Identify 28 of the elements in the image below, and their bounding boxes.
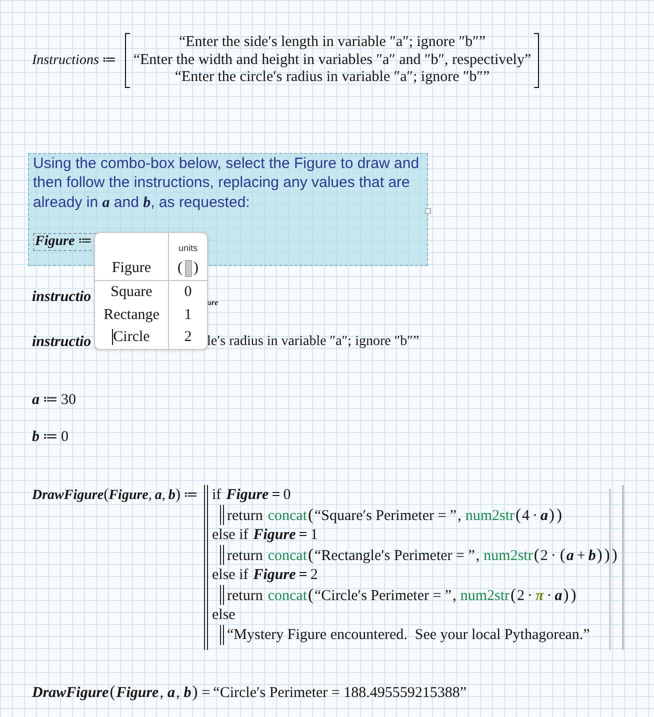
units-bracket: ( bbox=[178, 259, 182, 278]
condition-line: else if Figure = 2 bbox=[212, 566, 318, 584]
resize-handle-icon[interactable] bbox=[425, 208, 431, 214]
assignment-expression: b ≔ 0 bbox=[32, 428, 68, 446]
result-string: le′s radius in variable ″a″; ignore ″b″” bbox=[207, 332, 420, 350]
return-statement: return concat(“Square′s Perimeter = ”, num2str(4 · a)) bbox=[227, 504, 564, 524]
assignment-expression: a ≔ 30 bbox=[32, 390, 76, 408]
return-statement: return concat(“Rectangle′s Perimeter = ”, num2str(2 · (a + b))) bbox=[227, 544, 618, 564]
units-placeholder-field[interactable] bbox=[184, 260, 192, 276]
matrix-cell: “Enter the circle′s radius in variable ″a″; ignore ″b″” bbox=[174, 69, 490, 86]
column-header: Figure bbox=[110, 259, 152, 278]
variable-name: instructio bbox=[32, 332, 92, 350]
units-bracket: ) bbox=[194, 259, 198, 278]
condition-line: else if Figure = 1 bbox=[212, 526, 318, 544]
function-signature: DrawFigure(Figure, a, b) ≔ bbox=[32, 484, 200, 504]
condition-line: else bbox=[212, 606, 236, 624]
dropdown-option[interactable]: Rectange 1 bbox=[95, 304, 207, 326]
variable-name: instructio bbox=[32, 288, 92, 306]
return-statement: “Mystery Figure encountered. See your local Pythagorean.” bbox=[227, 626, 590, 644]
condition-line: if Figure = 0 bbox=[212, 486, 291, 504]
return-statement: return concat(“Circle′s Perimeter = ”, num2str(2 · π · a)) bbox=[227, 584, 578, 604]
matrix-cell: “Enter the side′s length in variable ″a″; ignore ″b″” bbox=[178, 34, 486, 52]
units-label: units bbox=[178, 242, 198, 255]
instruction-text: Using the combo-box below, select the Figure to draw and then follow the instructions, replacing any values that are already in a and b, as requested: bbox=[33, 154, 420, 212]
definition-expression: Instructions ≔ bbox=[32, 52, 118, 69]
dropdown-option[interactable]: Square 0 bbox=[95, 281, 207, 304]
matrix-cell: “Enter the width and height in variables ″a″ and ″b″, respectively” bbox=[133, 52, 532, 69]
result-expression: DrawFigure(Figure, a, b) = “Circle′s Perimeter = 188.495559215388” bbox=[32, 682, 467, 702]
